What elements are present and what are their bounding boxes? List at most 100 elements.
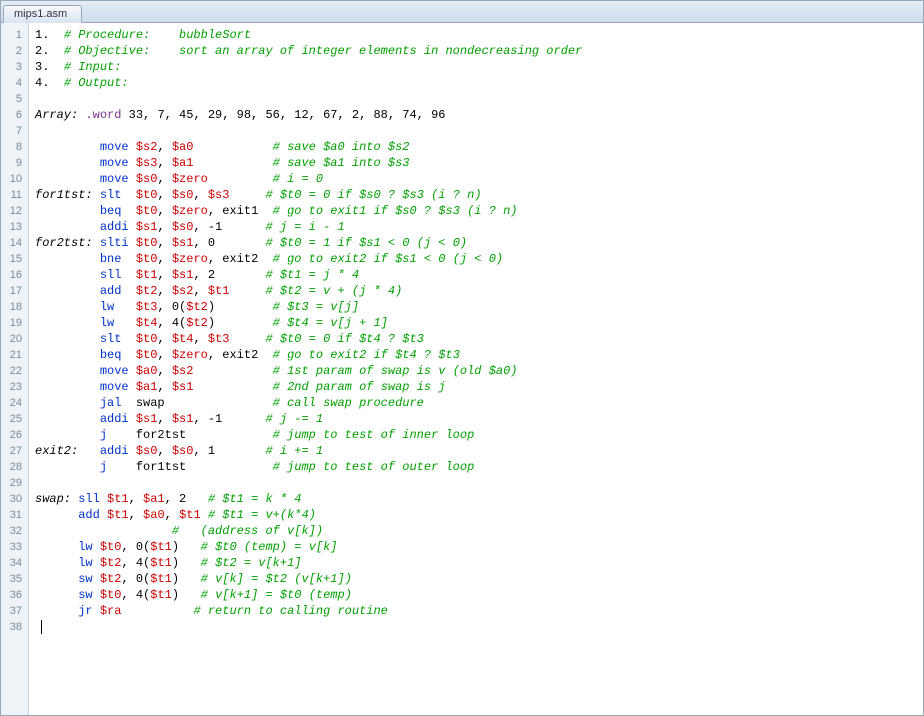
- token-plain: [229, 188, 265, 202]
- token-plain: ,: [157, 252, 171, 266]
- line-number: 9: [1, 155, 28, 171]
- code-line[interactable]: exit2: addi $s0, $s0, 1 # i += 1: [35, 443, 582, 459]
- token-plain: [35, 204, 100, 218]
- code-line[interactable]: # (address of v[k]): [35, 523, 582, 539]
- token-plain: [35, 460, 100, 474]
- code-line[interactable]: for2tst: slti $t0, $s1, 0 # $t0 = 1 if $…: [35, 235, 582, 251]
- token-op: jal: [100, 396, 122, 410]
- token-plain: ,: [157, 348, 171, 362]
- code-line[interactable]: move $a1, $s1 # 2nd param of swap is j: [35, 379, 582, 395]
- token-reg: $t0: [136, 204, 158, 218]
- code-line[interactable]: j for1tst # jump to test of outer loop: [35, 459, 582, 475]
- code-line[interactable]: lw $t4, 4($t2) # $t4 = v[j + 1]: [35, 315, 582, 331]
- token-plain: ,: [157, 284, 171, 298]
- token-plain: [129, 380, 136, 394]
- token-op: lw: [78, 556, 92, 570]
- token-plain: [78, 444, 100, 458]
- line-number: 23: [1, 379, 28, 395]
- code-line[interactable]: [35, 475, 582, 491]
- token-plain: [201, 508, 208, 522]
- code-line[interactable]: beq $t0, $zero, exit1 # go to exit1 if $…: [35, 203, 582, 219]
- token-op: slt: [100, 188, 122, 202]
- code-line[interactable]: for1tst: slt $t0, $s0, $s3 # $t0 = 0 if …: [35, 187, 582, 203]
- token-label: exit2:: [35, 444, 78, 458]
- token-plain: [35, 572, 78, 586]
- code-line[interactable]: addi $s1, $s1, -1 # j -= 1: [35, 411, 582, 427]
- code-line[interactable]: addi $s1, $s0, -1 # j = i - 1: [35, 219, 582, 235]
- token-plain: [121, 332, 135, 346]
- token-op: sll: [100, 268, 122, 282]
- line-number: 38: [1, 619, 28, 635]
- token-reg: $t0: [136, 236, 158, 250]
- token-reg: $t1: [208, 284, 230, 298]
- code-line[interactable]: add $t2, $s2, $t1 # $t2 = v + (j * 4): [35, 283, 582, 299]
- token-reg: $s0: [136, 172, 158, 186]
- token-reg: $t1: [136, 268, 158, 282]
- code-line[interactable]: move $s2, $a0 # save $a0 into $s2: [35, 139, 582, 155]
- code-line[interactable]: move $s0, $zero # i = 0: [35, 171, 582, 187]
- code-line[interactable]: move $a0, $s2 # 1st param of swap is v (…: [35, 363, 582, 379]
- token-reg: $a0: [136, 364, 158, 378]
- code-line[interactable]: sll $t1, $s1, 2 # $t1 = j * 4: [35, 267, 582, 283]
- code-line[interactable]: j for2tst # jump to test of inner loop: [35, 427, 582, 443]
- line-number: 17: [1, 283, 28, 299]
- code-line[interactable]: 1. # Procedure: bubbleSort: [35, 27, 582, 43]
- token-plain: ,: [157, 380, 171, 394]
- token-label: Array:: [35, 108, 78, 122]
- token-plain: ): [172, 540, 201, 554]
- code-line[interactable]: sw $t0, 4($t1) # v[k+1] = $t0 (temp): [35, 587, 582, 603]
- token-comment: # 1st param of swap is v (old $a0): [273, 364, 518, 378]
- text-caret: [41, 620, 42, 634]
- token-plain: [35, 556, 78, 570]
- code-line[interactable]: jr $ra # return to calling routine: [35, 603, 582, 619]
- code-line[interactable]: beq $t0, $zero, exit2 # go to exit2 if $…: [35, 347, 582, 363]
- code-line[interactable]: jal swap # call swap procedure: [35, 395, 582, 411]
- line-number: 34: [1, 555, 28, 571]
- token-op: sll: [78, 492, 100, 506]
- token-plain: [129, 364, 136, 378]
- code-line[interactable]: swap: sll $t1, $a1, 2 # $t1 = k * 4: [35, 491, 582, 507]
- token-plain: [35, 316, 100, 330]
- code-line[interactable]: move $s3, $a1 # save $a1 into $s3: [35, 155, 582, 171]
- token-op: move: [100, 140, 129, 154]
- token-comment: # j -= 1: [265, 412, 323, 426]
- code-line[interactable]: [35, 619, 582, 635]
- code-line[interactable]: slt $t0, $t4, $t3 # $t0 = 0 if $t4 ? $t3: [35, 331, 582, 347]
- token-plain: , 2: [193, 268, 265, 282]
- code-line[interactable]: Array: .word 33, 7, 45, 29, 98, 56, 12, …: [35, 107, 582, 123]
- token-op: slt: [100, 332, 122, 346]
- code-line[interactable]: lw $t3, 0($t2) # $t3 = v[j]: [35, 299, 582, 315]
- code-line[interactable]: 3. # Input:: [35, 59, 582, 75]
- line-number: 7: [1, 123, 28, 139]
- code-line[interactable]: 4. # Output:: [35, 75, 582, 91]
- token-plain: [93, 556, 100, 570]
- code-area[interactable]: 1. # Procedure: bubbleSort2. # Objective…: [29, 23, 582, 715]
- token-plain: [114, 300, 136, 314]
- line-number: 32: [1, 523, 28, 539]
- token-reg: $zero: [172, 204, 208, 218]
- code-line[interactable]: add $t1, $a0, $t1 # $t1 = v+(k*4): [35, 507, 582, 523]
- token-plain: ,: [157, 156, 171, 170]
- token-plain: [129, 140, 136, 154]
- token-reg: $t0: [136, 332, 158, 346]
- line-number: 4: [1, 75, 28, 91]
- code-line[interactable]: lw $t2, 4($t1) # $t2 = v[k+1]: [35, 555, 582, 571]
- token-plain: ): [208, 316, 273, 330]
- token-plain: ,: [157, 204, 171, 218]
- line-number: 21: [1, 347, 28, 363]
- token-op: sw: [78, 572, 92, 586]
- code-line[interactable]: lw $t0, 0($t1) # $t0 (temp) = v[k]: [35, 539, 582, 555]
- line-number: 24: [1, 395, 28, 411]
- code-line[interactable]: sw $t2, 0($t1) # v[k] = $t2 (v[k+1]): [35, 571, 582, 587]
- code-line[interactable]: bne $t0, $zero, exit2 # go to exit2 if $…: [35, 251, 582, 267]
- line-number: 36: [1, 587, 28, 603]
- code-line[interactable]: [35, 91, 582, 107]
- tab-file[interactable]: mips1.asm: [3, 5, 82, 23]
- token-plain: ,: [193, 332, 207, 346]
- line-number: 18: [1, 299, 28, 315]
- token-plain: , exit2: [208, 252, 273, 266]
- token-comment: # jump to test of outer loop: [273, 460, 475, 474]
- code-line[interactable]: 2. # Objective: sort an array of integer…: [35, 43, 582, 59]
- code-line[interactable]: [35, 123, 582, 139]
- token-reg: $s0: [172, 220, 194, 234]
